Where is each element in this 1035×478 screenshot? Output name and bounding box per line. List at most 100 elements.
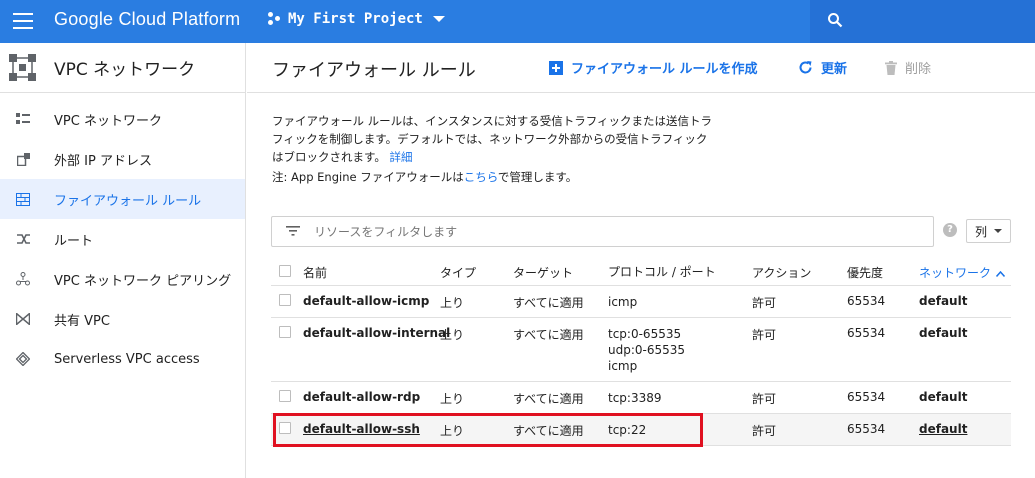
rule-action: 許可 bbox=[752, 328, 777, 342]
column-header-type[interactable]: タイプ bbox=[440, 264, 476, 281]
firewall-rules-table: 名前 タイプ ターゲット プロトコル / ポート アクション 優先度 ネットワー… bbox=[271, 258, 1011, 446]
trash-icon bbox=[885, 60, 897, 75]
route-icon bbox=[15, 231, 31, 247]
create-button-label: ファイアウォール ルールを作成 bbox=[571, 62, 758, 77]
page-title: ファイアウォール ルール bbox=[272, 60, 476, 81]
refresh-button[interactable]: 更新 bbox=[798, 58, 847, 77]
sidebar-item-serverless-vpc[interactable]: Serverless VPC access bbox=[0, 339, 245, 379]
column-header-name[interactable]: 名前 bbox=[303, 264, 327, 281]
sidebar-item-vpc-peering[interactable]: VPC ネットワーク ピアリング bbox=[0, 259, 245, 299]
note-suffix: で管理します。 bbox=[497, 170, 578, 184]
project-icon bbox=[268, 12, 282, 26]
columns-button[interactable]: 列 bbox=[966, 219, 1011, 243]
create-firewall-rule-button[interactable]: ファイアウォール ルールを作成 bbox=[549, 58, 758, 77]
rule-type: 上り bbox=[440, 392, 465, 406]
column-header-network[interactable]: ネットワーク bbox=[919, 264, 1006, 281]
menu-icon[interactable] bbox=[13, 13, 33, 29]
sidebar-item-label: VPC ネットワーク bbox=[54, 113, 162, 129]
rule-network[interactable]: default bbox=[919, 294, 967, 308]
filter-input[interactable] bbox=[314, 221, 914, 243]
sidebar-item-external-ip[interactable]: 外部 IP アドレス bbox=[0, 139, 245, 179]
refresh-icon bbox=[798, 60, 813, 75]
sidebar-item-shared-vpc[interactable]: 共有 VPC bbox=[0, 299, 245, 339]
sidebar: VPC ネットワーク VPC ネットワーク 外部 IP アドレス ファイアウォー… bbox=[0, 43, 246, 478]
column-header-target[interactable]: ターゲット bbox=[513, 264, 573, 281]
rule-target: すべてに適用 bbox=[513, 328, 584, 342]
peering-icon bbox=[15, 271, 31, 287]
sidebar-item-vpc-networks[interactable]: VPC ネットワーク bbox=[0, 99, 245, 139]
column-header-protocol[interactable]: プロトコル / ポート bbox=[608, 264, 716, 280]
protocol-line: udp:0-65535 bbox=[608, 343, 686, 357]
table-row[interactable]: default-allow-rdp 上り すべてに適用 tcp:3389 許可 … bbox=[271, 382, 1011, 414]
search-icon bbox=[828, 13, 843, 28]
note-prefix: 注: App Engine ファイアウォールは bbox=[272, 170, 464, 184]
rule-type: 上り bbox=[440, 424, 465, 438]
rule-network[interactable]: default bbox=[919, 326, 967, 340]
table-row[interactable]: default-allow-internal 上り すべてに適用 tcp:0-6… bbox=[271, 318, 1011, 382]
rule-priority: 65534 bbox=[847, 294, 886, 308]
delete-button-label: 削除 bbox=[905, 62, 932, 77]
rule-priority: 65534 bbox=[847, 326, 886, 340]
sidebar-item-routes[interactable]: ルート bbox=[0, 219, 245, 259]
sidebar-item-label: 共有 VPC bbox=[54, 313, 110, 329]
rule-priority: 65534 bbox=[847, 422, 886, 436]
search-bar[interactable] bbox=[810, 0, 1035, 43]
rule-name[interactable]: default-allow-ssh bbox=[303, 422, 420, 436]
sidebar-item-firewall-rules[interactable]: ファイアウォール ルール bbox=[0, 179, 245, 219]
row-checkbox[interactable] bbox=[279, 326, 291, 338]
row-checkbox[interactable] bbox=[279, 294, 291, 306]
rule-protocol: tcp:0-65535 udp:0-65535 icmp bbox=[608, 326, 685, 374]
network-header-label: ネットワーク bbox=[919, 266, 992, 280]
help-icon[interactable]: ? bbox=[943, 223, 957, 237]
sidebar-item-label: ルート bbox=[54, 233, 94, 249]
rule-name[interactable]: default-allow-internal bbox=[303, 326, 450, 340]
chevron-down-icon bbox=[994, 229, 1003, 233]
page-description: ファイアウォール ルールは、インスタンスに対する受信トラフィックまたは送信トラフ… bbox=[272, 112, 717, 166]
table-header-row: 名前 タイプ ターゲット プロトコル / ポート アクション 優先度 ネットワー… bbox=[271, 258, 1011, 286]
columns-button-label: 列 bbox=[975, 224, 988, 239]
delete-button[interactable]: 削除 bbox=[885, 58, 931, 77]
protocol-line: icmp bbox=[608, 359, 638, 373]
rule-target: すべてに適用 bbox=[513, 392, 584, 406]
rule-target: すべてに適用 bbox=[513, 424, 584, 438]
row-checkbox[interactable] bbox=[279, 422, 291, 434]
sidebar-item-label: VPC ネットワーク ピアリング bbox=[54, 273, 232, 289]
filter-icon bbox=[286, 226, 300, 236]
shared-vpc-icon bbox=[15, 311, 31, 327]
project-selector[interactable]: My First Project bbox=[268, 11, 445, 27]
sort-ascending-icon bbox=[996, 271, 1006, 277]
sidebar-item-label: 外部 IP アドレス bbox=[54, 153, 152, 169]
vpc-logo-icon bbox=[9, 54, 36, 81]
vpc-network-icon bbox=[15, 111, 31, 127]
table-row-selected[interactable]: default-allow-ssh 上り すべてに適用 tcp:22 許可 65… bbox=[271, 414, 1011, 446]
rule-network[interactable]: default bbox=[919, 422, 967, 436]
select-all-checkbox[interactable] bbox=[279, 265, 291, 277]
external-ip-icon bbox=[15, 151, 31, 167]
table-row[interactable]: default-allow-icmp 上り すべてに適用 icmp 許可 655… bbox=[271, 286, 1011, 318]
row-checkbox[interactable] bbox=[279, 390, 291, 402]
add-box-icon bbox=[549, 60, 563, 75]
chevron-down-icon bbox=[432, 16, 445, 22]
app-engine-note: 注: App Engine ファイアウォールはこちらで管理します。 bbox=[272, 169, 577, 185]
rule-type: 上り bbox=[440, 328, 465, 342]
page-header: ファイアウォール ルール ファイアウォール ルールを作成 更新 削除 bbox=[247, 43, 1035, 93]
rule-action: 許可 bbox=[752, 296, 777, 310]
rule-network[interactable]: default bbox=[919, 390, 967, 404]
app-engine-firewall-link[interactable]: こちら bbox=[464, 170, 498, 184]
rule-target: すべてに適用 bbox=[513, 296, 584, 310]
rule-protocol: icmp bbox=[608, 295, 638, 309]
top-app-bar: Google Cloud Platform My First Project bbox=[0, 0, 1035, 43]
filter-bar[interactable] bbox=[271, 216, 934, 247]
description-text: ファイアウォール ルールは、インスタンスに対する受信トラフィックまたは送信トラフ… bbox=[272, 114, 712, 164]
rule-name[interactable]: default-allow-rdp bbox=[303, 390, 420, 404]
rule-name[interactable]: default-allow-icmp bbox=[303, 294, 429, 308]
rule-action: 許可 bbox=[752, 424, 777, 438]
protocol-line: tcp:0-65535 bbox=[608, 327, 682, 341]
rule-protocol: tcp:3389 bbox=[608, 391, 662, 405]
sidebar-title: VPC ネットワーク bbox=[54, 60, 196, 80]
rule-type: 上り bbox=[440, 296, 465, 310]
brand-title[interactable]: Google Cloud Platform bbox=[54, 9, 240, 30]
column-header-priority[interactable]: 優先度 bbox=[847, 264, 883, 281]
column-header-action[interactable]: アクション bbox=[752, 264, 811, 281]
learn-more-link[interactable]: 詳細 bbox=[390, 150, 413, 164]
